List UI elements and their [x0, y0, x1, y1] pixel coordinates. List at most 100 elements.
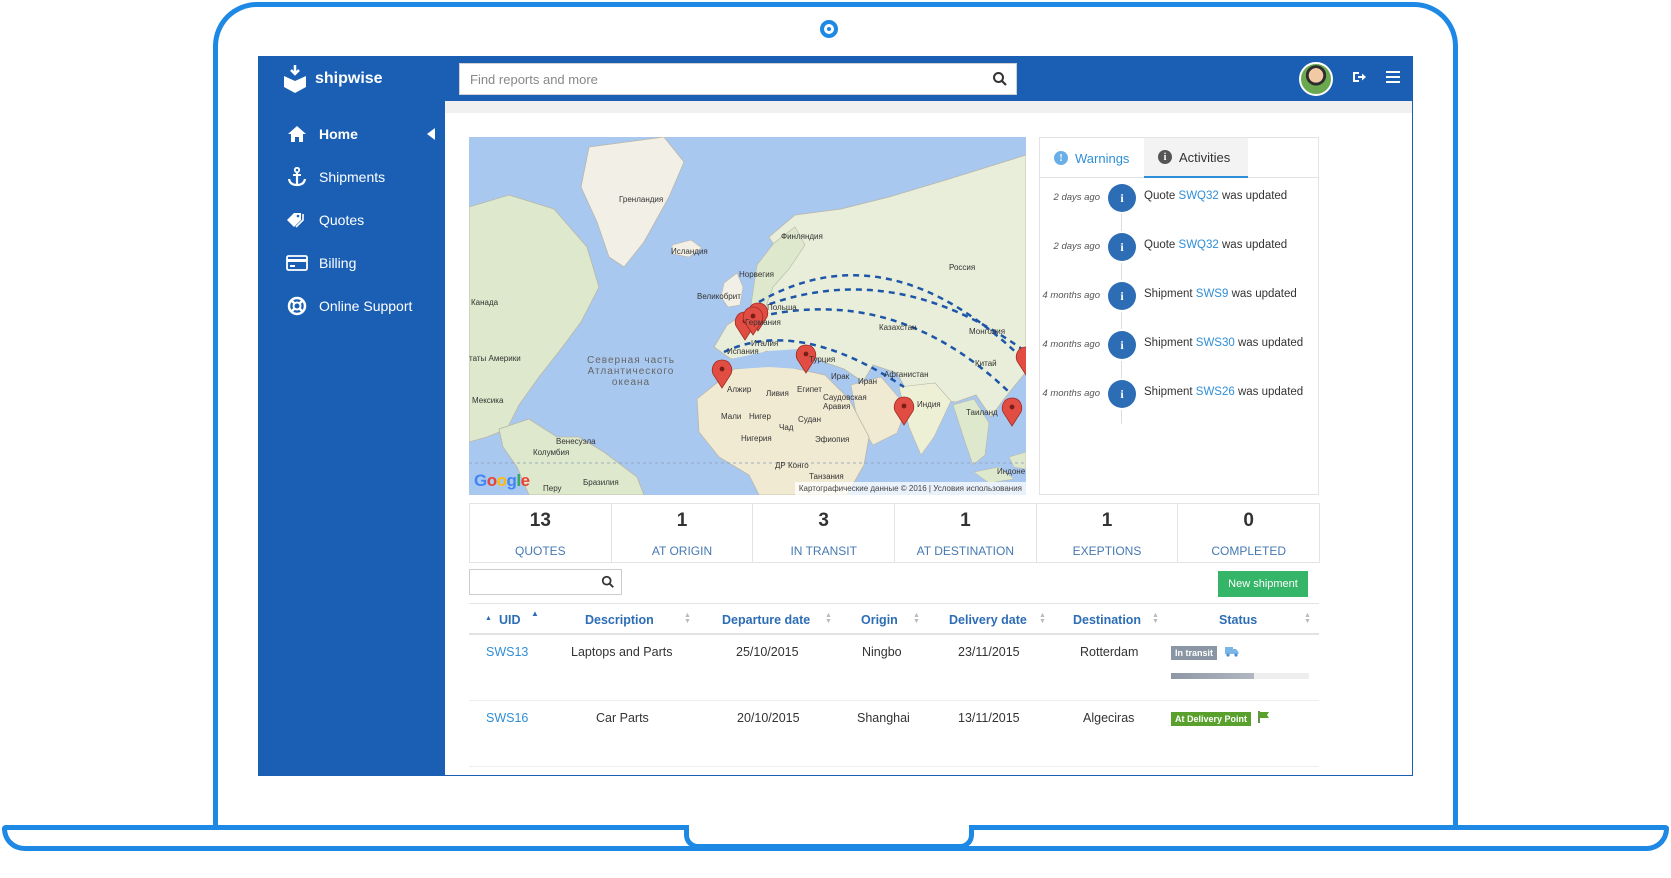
column-header-status[interactable]: Status [1219, 613, 1257, 627]
stat-completed[interactable]: 0 COMPLETED [1177, 503, 1321, 563]
sort-icon[interactable]: ▲ ▼ [684, 612, 691, 625]
map-label: Ливия [766, 389, 789, 398]
shipment-map[interactable]: Гренландия Исландия Финляндия Норвегия Р… [469, 137, 1026, 495]
sort-icon[interactable]: ▲ ▼ [1039, 612, 1046, 625]
sidebar-item-quotes[interactable]: Quotes [259, 202, 445, 238]
map-label: Саудовская Аравия [823, 393, 867, 411]
stat-at-origin[interactable]: 1 AT ORIGIN [610, 503, 754, 563]
activity-time: 4 months ago [1042, 290, 1100, 301]
map-label: Нигер [749, 412, 771, 421]
search-icon[interactable] [992, 71, 1008, 87]
sidebar-item-billing[interactable]: Billing [259, 245, 445, 281]
info-icon: i [1108, 331, 1136, 359]
shipments-table: ▲ UID ▲ Description ▲ ▼ Departure date ▲ ▼… [469, 603, 1319, 767]
tab-activities[interactable]: i Activities [1144, 138, 1248, 178]
stat-label: AT DESTINATION [916, 544, 1015, 558]
stat-value: 0 [1243, 510, 1254, 531]
column-header-description[interactable]: Description [585, 613, 654, 627]
column-header-departure-date[interactable]: Departure date [722, 613, 810, 627]
map-attribution[interactable]: Картографические данные © 2016 | Условия… [794, 482, 1026, 495]
sort-asc-icon[interactable]: ▲ [485, 615, 492, 622]
stat-value: 1 [1101, 510, 1113, 531]
tab-label: Warnings [1075, 150, 1130, 166]
cell-origin: Ningbo [862, 645, 902, 659]
activity-link[interactable]: SWS30 [1196, 337, 1235, 349]
stat-quotes[interactable]: 13 QUOTES [469, 503, 612, 563]
map-label: Канада [471, 298, 499, 307]
stat-value: 3 [818, 510, 829, 531]
activity-link[interactable]: SWQ32 [1179, 239, 1219, 251]
activity-text: Shipment SWS26 was updated [1144, 386, 1304, 398]
map-label: Венесуэла [556, 437, 596, 446]
sort-icon[interactable]: ▲ ▼ [913, 612, 920, 625]
activity-item: 2 days ago i Quote SWQ32 was updated [1040, 233, 1320, 263]
table-row[interactable]: SWS13 Laptops and Parts 25/10/2015 Ningb… [469, 635, 1319, 701]
map-label: ДР Конго [775, 461, 809, 470]
stat-value: 13 [529, 510, 551, 531]
stat-label: AT ORIGIN [651, 544, 713, 558]
sort-icon[interactable]: ▲ ▼ [1152, 612, 1159, 625]
column-header-destination[interactable]: Destination [1073, 613, 1141, 627]
sort-icon[interactable]: ▲ ▼ [825, 612, 832, 625]
map-label: Эфиопия [815, 435, 850, 444]
sidebar-item-shipments[interactable]: Shipments [259, 159, 445, 195]
column-header-delivery-date[interactable]: Delivery date [949, 613, 1027, 627]
topbar: shipwise [259, 57, 1412, 101]
avatar[interactable] [1299, 62, 1333, 96]
map-pin-icon[interactable] [1001, 397, 1023, 427]
activity-link[interactable]: SWS9 [1196, 288, 1229, 300]
activity-panel: ! Warnings i Activities 2 days ago i Quo… [1039, 137, 1319, 495]
stat-in-transit[interactable]: 3 IN TRANSIT [752, 503, 896, 563]
activity-link[interactable]: SWQ32 [1179, 190, 1219, 202]
stat-label: COMPLETED [1211, 544, 1287, 558]
new-shipment-button[interactable]: New shipment [1218, 571, 1308, 597]
sidebar-item-online-support[interactable]: Online Support [259, 288, 445, 324]
search-input[interactable] [460, 64, 1016, 94]
lifebuoy-icon [285, 296, 309, 316]
map-label: Мексика [472, 396, 504, 405]
progress-fill [1171, 673, 1254, 679]
column-header-uid[interactable]: UID [499, 613, 521, 627]
sidebar-item-home[interactable]: Home [259, 116, 445, 152]
table-header: ▲ UID ▲ Description ▲ ▼ Departure date ▲ ▼… [469, 603, 1319, 635]
stat-label: EXEPTIONS [1072, 544, 1142, 558]
info-icon: i [1108, 282, 1136, 310]
map-pin-icon[interactable] [711, 359, 733, 389]
cell-uid[interactable]: SWS13 [486, 645, 528, 659]
collapse-caret-icon[interactable] [427, 128, 435, 140]
column-header-origin[interactable]: Origin [861, 613, 898, 627]
sort-active-icon[interactable]: ▲ [531, 610, 539, 618]
info-icon: i [1158, 150, 1172, 164]
app-logo[interactable]: shipwise [283, 65, 383, 93]
table-search-input[interactable] [470, 570, 621, 594]
cell-destination: Algeciras [1083, 711, 1135, 725]
map-label: Казахстан [879, 323, 917, 332]
cell-uid[interactable]: SWS16 [486, 711, 528, 725]
activity-time: 2 days ago [1053, 192, 1100, 203]
activity-link[interactable]: SWS26 [1196, 386, 1235, 398]
map-pin-icon[interactable] [893, 396, 915, 426]
map-label: Таиланд [966, 408, 998, 417]
status-summary: 13 QUOTES 1 AT ORIGIN 3 IN TRANSIT 1 AT … [469, 503, 1321, 563]
map-label: Гренландия [619, 195, 664, 204]
stat-label: QUOTES [515, 544, 566, 558]
cell-origin: Shanghai [857, 711, 910, 725]
activity-time: 4 months ago [1042, 339, 1100, 350]
cell-description: Car Parts [596, 711, 649, 725]
table-row[interactable]: SWS16 Car Parts 20/10/2015 Shanghai 13/1… [469, 701, 1319, 767]
sidebar-item-label: Home [319, 126, 358, 142]
hamburger-menu-icon[interactable] [1383, 69, 1403, 89]
map-pin-icon[interactable] [1015, 346, 1026, 376]
sort-icon[interactable]: ▲ ▼ [1304, 612, 1311, 625]
sidebar-item-label: Online Support [319, 298, 413, 314]
logout-icon[interactable] [1349, 69, 1369, 89]
search-icon[interactable] [601, 575, 615, 589]
stat-exceptions[interactable]: 1 EXEPTIONS [1035, 503, 1179, 563]
stat-at-destination[interactable]: 1 AT DESTINATION [894, 503, 1037, 563]
map-label: Турция [809, 355, 836, 364]
shipment-progress-bar [1171, 673, 1309, 679]
tab-warnings[interactable]: ! Warnings [1040, 138, 1144, 178]
tab-label: Activities [1179, 149, 1231, 165]
sidebar-item-label: Quotes [319, 212, 365, 228]
info-icon: i [1108, 184, 1136, 212]
